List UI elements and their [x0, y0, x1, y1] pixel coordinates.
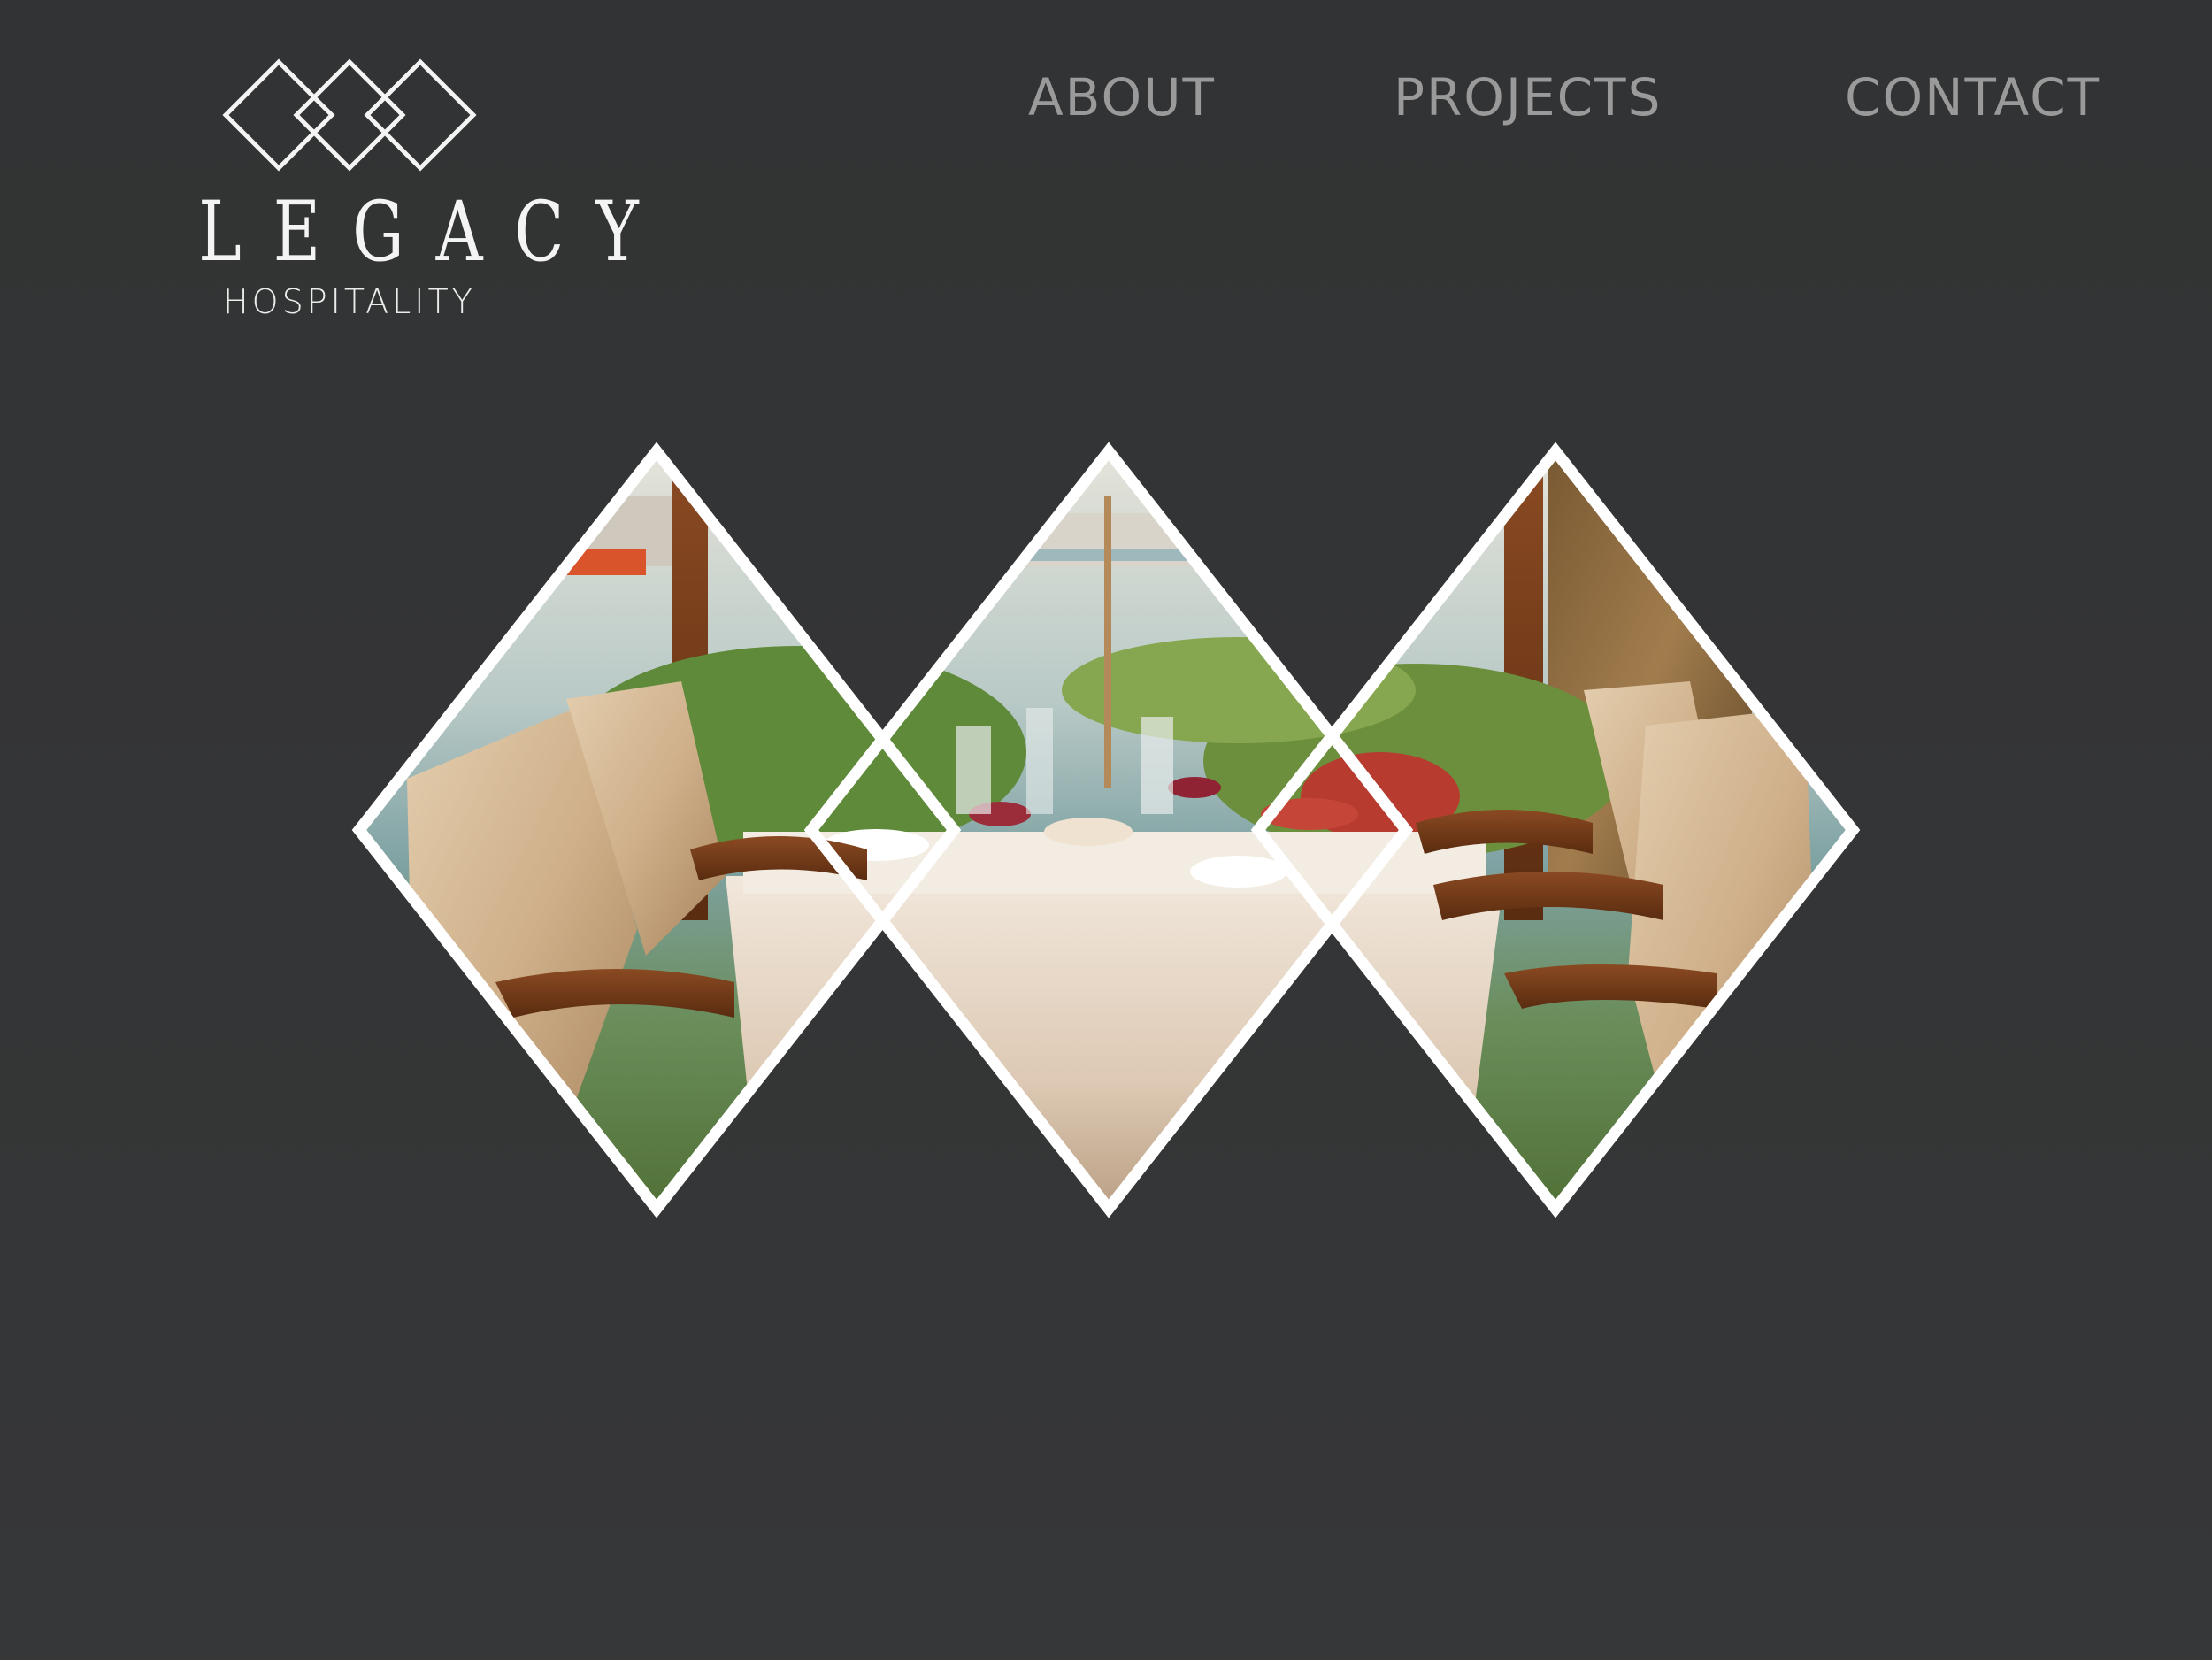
hero-diamond-gallery [351, 442, 1861, 1218]
